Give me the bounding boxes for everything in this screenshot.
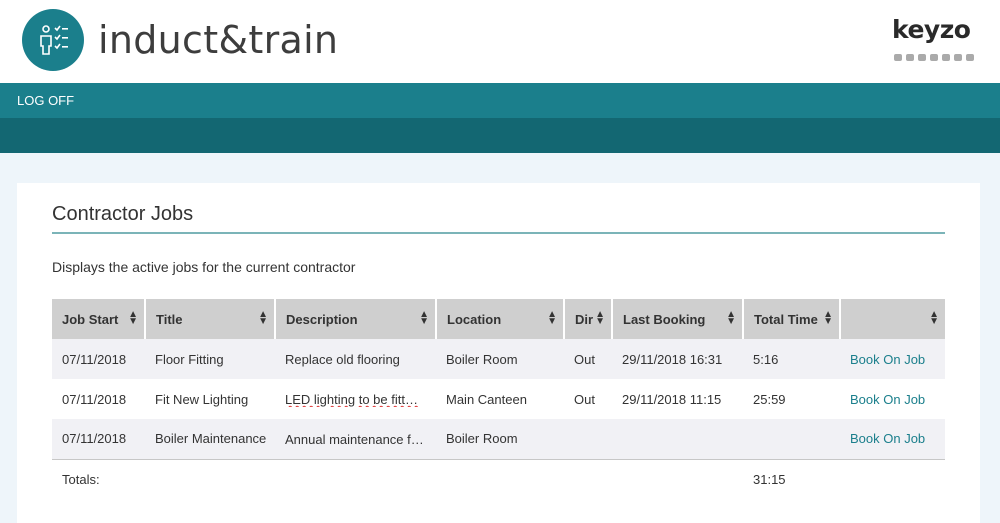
- cell-job-start: 07/11/2018: [52, 379, 145, 419]
- cell-job-start: 07/11/2018: [52, 339, 145, 379]
- sort-icon: ▲ ▼: [547, 309, 557, 327]
- cell-description: Replace old flooring: [275, 339, 436, 379]
- cell-total-time: 25:59: [743, 379, 840, 419]
- cell-dir: Out: [564, 339, 612, 379]
- book-on-job-link[interactable]: Book On Job: [840, 379, 945, 419]
- top-nav: LOG OFF: [0, 83, 1000, 118]
- cell-job-start: 07/11/2018: [52, 419, 145, 459]
- sort-icon: ▲ ▼: [595, 309, 605, 327]
- cell-title: Boiler Maintenance: [145, 419, 275, 459]
- sort-icon: ▲ ▼: [823, 309, 833, 327]
- description-text: LED lighting to be fitt…: [285, 392, 418, 408]
- totals-row: Totals: 31:15: [52, 458, 945, 499]
- book-on-job-link[interactable]: Book On Job: [840, 419, 945, 459]
- partner-logo: keyzo: [892, 15, 982, 61]
- column-header-dir[interactable]: Dir ▲ ▼: [564, 299, 613, 339]
- column-header-title[interactable]: Title ▲ ▼: [145, 299, 276, 339]
- description-text: Annual maintenance f…: [285, 431, 424, 447]
- table-row: 07/11/2018 Boiler Maintenance Annual mai…: [52, 419, 945, 459]
- cell-total-time: 5:16: [743, 339, 840, 379]
- book-on-job-link[interactable]: Book On Job: [840, 339, 945, 379]
- logoff-button[interactable]: LOG OFF: [17, 93, 74, 108]
- cell-last-booking: [612, 419, 743, 459]
- sort-icon: ▲ ▼: [128, 309, 138, 327]
- cell-description: LED lighting to be fitt…: [275, 379, 436, 419]
- column-header-total-time[interactable]: Total Time ▲ ▼: [743, 299, 841, 339]
- sub-nav-bar: [0, 118, 1000, 153]
- table-row: 07/11/2018 Floor Fitting Replace old flo…: [52, 339, 945, 379]
- table-header-row: Job Start ▲ ▼ Title ▲ ▼ Description ▲ ▼ Locati…: [52, 299, 945, 339]
- cell-dir: Out: [564, 379, 612, 419]
- cell-total-time: [743, 419, 840, 459]
- contractor-jobs-panel: Contractor Jobs Displays the active jobs…: [17, 183, 980, 523]
- title-divider: [52, 232, 945, 234]
- page-description: Displays the active jobs for the current…: [52, 259, 356, 275]
- cell-description: Annual maintenance f…: [275, 419, 436, 459]
- partner-logo-icons: [894, 54, 974, 61]
- person-checklist-icon: [22, 9, 84, 71]
- cell-last-booking: 29/11/2018 16:31: [612, 339, 743, 379]
- app-header: induct&train keyzo: [0, 0, 1000, 83]
- column-header-description[interactable]: Description ▲ ▼: [275, 299, 437, 339]
- cell-last-booking: 29/11/2018 11:15: [612, 379, 743, 419]
- cell-dir: [564, 419, 612, 459]
- column-header-location[interactable]: Location ▲ ▼: [436, 299, 565, 339]
- cell-location: Boiler Room: [436, 419, 564, 459]
- cell-location: Boiler Room: [436, 339, 564, 379]
- partner-logo-text: keyzo: [892, 15, 971, 44]
- page-title: Contractor Jobs: [52, 203, 194, 225]
- totals-time: 31:15: [743, 458, 840, 499]
- column-header-last-booking[interactable]: Last Booking ▲ ▼: [612, 299, 744, 339]
- cell-title: Fit New Lighting: [145, 379, 275, 419]
- sort-icon: ▲ ▼: [258, 309, 268, 327]
- cell-location: Main Canteen: [436, 379, 564, 419]
- jobs-table: Job Start ▲ ▼ Title ▲ ▼ Description ▲ ▼ Locati…: [52, 299, 945, 499]
- brand-name: induct&train: [98, 18, 339, 62]
- table-row: 07/11/2018 Fit New Lighting LED lighting…: [52, 379, 945, 419]
- column-header-action[interactable]: ▲ ▼: [840, 299, 945, 339]
- sort-icon: ▲ ▼: [929, 309, 939, 327]
- totals-label: Totals:: [52, 458, 145, 499]
- column-header-job-start[interactable]: Job Start ▲ ▼: [52, 299, 146, 339]
- sort-icon: ▲ ▼: [419, 309, 429, 327]
- sort-icon: ▲ ▼: [726, 309, 736, 327]
- cell-title: Floor Fitting: [145, 339, 275, 379]
